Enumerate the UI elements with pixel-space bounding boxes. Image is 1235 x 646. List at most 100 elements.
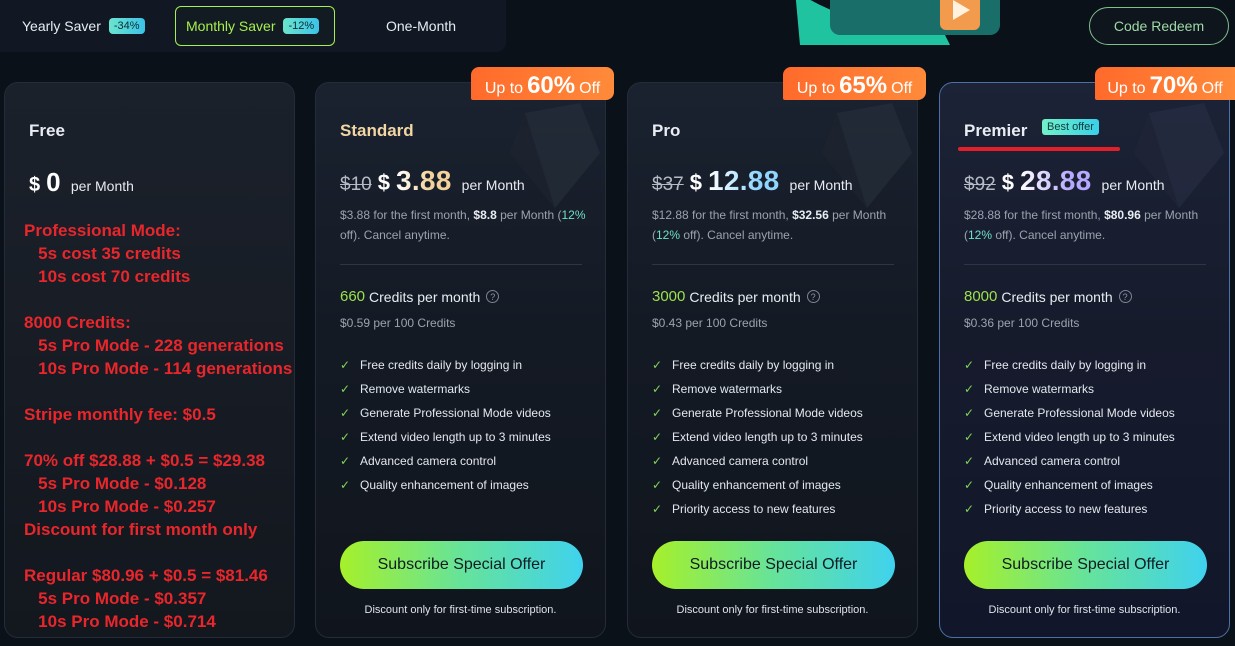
regular-price: $32.56 (792, 208, 829, 222)
list-item: ✓ Extend video length up to 3 minutes (964, 425, 1175, 449)
check-icon: ✓ (652, 454, 663, 468)
credits-label: Credits per month (369, 288, 481, 305)
note-text: off). Cancel anytime. (340, 228, 450, 242)
price: $10 $3.88 per Month (340, 165, 525, 197)
tag-suffix: Off (579, 80, 601, 97)
price-per-credits: $0.36 per 100 Credits (964, 316, 1080, 330)
feature-text: Remove watermarks (672, 382, 783, 396)
plan-card-premier: Premier Best offer $92 $28.88 per Month … (939, 82, 1230, 638)
price-period: per Month (461, 177, 525, 193)
check-icon: ✓ (340, 430, 351, 444)
plan-name: Pro (652, 121, 681, 140)
feature-text: Free credits daily by logging in (984, 358, 1147, 372)
regular-price: $8.8 (473, 208, 497, 222)
feature-text: Quality enhancement of images (360, 478, 529, 492)
list-item: ✓ Generate Professional Mode videos (340, 401, 551, 425)
annotation-line: 5s Pro Mode - 228 generations (24, 336, 284, 355)
original-price: $10 (340, 174, 372, 195)
note-text: $12.88 for the first month, (652, 208, 793, 222)
list-item: ✓ Remove watermarks (340, 377, 551, 401)
credits-per-month: 660 Credits per month ? (340, 288, 500, 305)
divider (964, 264, 1206, 265)
list-item: ✓ Quality enhancement of images (652, 473, 863, 497)
check-icon: ✓ (340, 382, 351, 396)
discount-tag: Up to 65% Off (783, 67, 926, 100)
note-text: off). Cancel anytime. (680, 228, 794, 242)
feature-text: Extend video length up to 3 minutes (984, 430, 1175, 444)
check-icon: ✓ (340, 454, 351, 468)
annotation-line: Regular $80.96 + $0.5 = $81.46 (24, 566, 268, 585)
video-banner-illustration (795, 0, 1000, 45)
list-item: ✓ Remove watermarks (652, 377, 863, 401)
price-amount: 12.88 (707, 165, 780, 196)
credits-label: Credits per month (1001, 288, 1113, 305)
tab-monthly-saver[interactable]: Monthly Saver -12% (175, 6, 335, 46)
tag-suffix: Off (891, 80, 913, 97)
subscribe-button[interactable]: Subscribe Special Offer (340, 541, 583, 589)
annotation-line: 8000 Credits: (24, 313, 131, 332)
feature-text: Generate Professional Mode videos (360, 406, 551, 420)
list-item: ✓ Generate Professional Mode videos (964, 401, 1175, 425)
feature-text: Advanced camera control (984, 454, 1121, 468)
billing-period-tabs: Yearly Saver -34% Monthly Saver -12% One… (0, 0, 506, 52)
check-icon: ✓ (964, 454, 975, 468)
note-text: $3.88 for the first month, (340, 208, 474, 222)
check-icon: ✓ (652, 358, 663, 372)
currency-symbol: $ (377, 170, 390, 195)
list-item: ✓ Quality enhancement of images (964, 473, 1175, 497)
price-amount: 0 (46, 167, 61, 197)
credits-per-month: 3000 Credits per month ? (652, 288, 820, 305)
note-text: per Month (496, 208, 555, 222)
discount-tag: Up to 70% Off (1095, 67, 1235, 100)
price-amount: 3.88 (395, 165, 452, 196)
list-item: ✓ Advanced camera control (340, 449, 551, 473)
annotation-line (24, 428, 292, 451)
check-icon: ✓ (340, 406, 351, 420)
subscribe-button[interactable]: Subscribe Special Offer (652, 541, 895, 589)
check-icon: ✓ (652, 430, 663, 444)
credits-label: Credits per month (689, 288, 801, 305)
annotation-line: 5s Pro Mode - $0.357 (24, 589, 207, 608)
handwritten-annotations: Professional Mode: 5s cost 35 credits 10… (24, 221, 292, 635)
check-icon: ✓ (964, 358, 975, 372)
tab-yearly-saver[interactable]: Yearly Saver -34% (12, 6, 160, 46)
annotation-line: 5s Pro Mode - $0.128 (24, 474, 207, 493)
original-price: $92 (964, 174, 996, 195)
annotation-line (24, 382, 292, 405)
annotation-line: 10s Pro Mode - $0.714 (24, 612, 216, 631)
help-icon[interactable]: ? (1118, 290, 1132, 303)
plan-card-pro: Pro $37 $12.88 per Month $12.88 for the … (627, 82, 918, 638)
feature-text: Generate Professional Mode videos (984, 406, 1175, 420)
feature-list: ✓ Free credits daily by logging in ✓ Remov… (964, 353, 1175, 521)
price-note: $12.88 for the first month, $32.56 per M… (652, 208, 887, 242)
subscribe-button[interactable]: Subscribe Special Offer (964, 541, 1207, 589)
check-icon: ✓ (964, 430, 975, 444)
help-icon[interactable]: ? (806, 290, 820, 303)
check-icon: ✓ (340, 478, 351, 492)
annotation-line: Discount for first month only (24, 520, 258, 539)
feature-text: Free credits daily by logging in (672, 358, 835, 372)
list-item: ✓ Free credits daily by logging in (340, 353, 551, 377)
discount-percent: 12% (968, 228, 993, 242)
price-period: per Month (789, 177, 853, 193)
price: $37 $12.88 per Month (652, 165, 853, 197)
check-icon: ✓ (964, 478, 975, 492)
discount-percent: 12% (561, 208, 586, 222)
annotation-line: 10s Pro Mode - $0.257 (24, 497, 216, 516)
price-period: per Month (70, 178, 134, 194)
highlight-underline (958, 147, 1120, 151)
plan-card-standard: Standard $10 $3.88 per Month $3.88 for t… (315, 82, 606, 638)
tab-one-month[interactable]: One-Month (376, 6, 486, 46)
code-redeem-button[interactable]: Code Redeem (1089, 7, 1229, 45)
regular-price: $80.96 (1104, 208, 1141, 222)
list-item: ✓ Extend video length up to 3 minutes (340, 425, 551, 449)
feature-text: Extend video length up to 3 minutes (360, 430, 551, 444)
help-icon[interactable]: ? (486, 290, 500, 303)
price-period: per Month (1101, 177, 1165, 193)
annotation-line (24, 543, 292, 566)
note-text: $28.88 for the first month, (964, 208, 1105, 222)
feature-text: Advanced camera control (360, 454, 497, 468)
divider (340, 264, 582, 265)
list-item: ✓ Remove watermarks (964, 377, 1175, 401)
price-note: $3.88 for the first month, $8.8 per Mont… (340, 208, 586, 242)
